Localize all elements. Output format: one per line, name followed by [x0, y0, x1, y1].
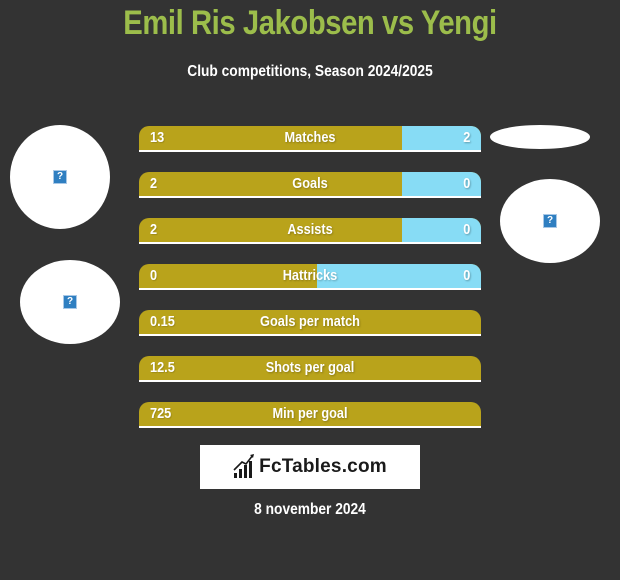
broken-image-icon: ?: [63, 295, 77, 309]
report-date: 8 november 2024: [254, 501, 366, 518]
stat-row-shots-per-goal: 12.5 Shots per goal: [139, 356, 481, 382]
stat-row-goals-per-match: 0.15 Goals per match: [139, 310, 481, 336]
stat-label: Goals per match: [260, 313, 360, 330]
stat-row-matches: 13 Matches 2: [139, 126, 481, 152]
left-value: 2: [150, 175, 158, 192]
stat-label: Goals: [292, 175, 328, 192]
stat-label: Hattricks: [282, 267, 338, 284]
right-value: 0: [462, 267, 470, 284]
right-value: 2: [462, 129, 470, 146]
right-player-avatar: [490, 125, 590, 149]
left-value: 0: [150, 267, 158, 284]
stat-row-assists: 2 Assists 0: [139, 218, 481, 244]
stat-label: Shots per goal: [265, 359, 355, 376]
stat-label: Matches: [284, 129, 336, 146]
stat-label: Min per goal: [272, 405, 348, 422]
stat-row-goals: 2 Goals 0: [139, 172, 481, 198]
competition-subtitle: Club competitions, Season 2024/2025: [187, 63, 433, 80]
right-value: 0: [462, 175, 470, 192]
left-value: 13: [150, 129, 165, 146]
stat-label: Assists: [287, 221, 333, 238]
broken-image-icon: ?: [53, 170, 67, 184]
left-club-logo: ?: [20, 260, 120, 344]
broken-image-icon: ?: [543, 214, 557, 228]
right-club-logo: ?: [500, 179, 600, 263]
right-value: 0: [462, 221, 470, 238]
stat-row-min-per-goal: 725 Min per goal: [139, 402, 481, 428]
page-title: Emil Ris Jakobsen vs Yengi: [123, 4, 497, 42]
stat-row-hattricks: 0 Hattricks 0: [139, 264, 481, 290]
left-player-avatar: ?: [10, 125, 110, 229]
fctables-logo[interactable]: FcTables.com: [200, 445, 420, 489]
bar-chart-trend-icon: [233, 454, 255, 478]
left-value: 2: [150, 221, 158, 238]
logo-text: FcTables.com: [259, 456, 387, 477]
